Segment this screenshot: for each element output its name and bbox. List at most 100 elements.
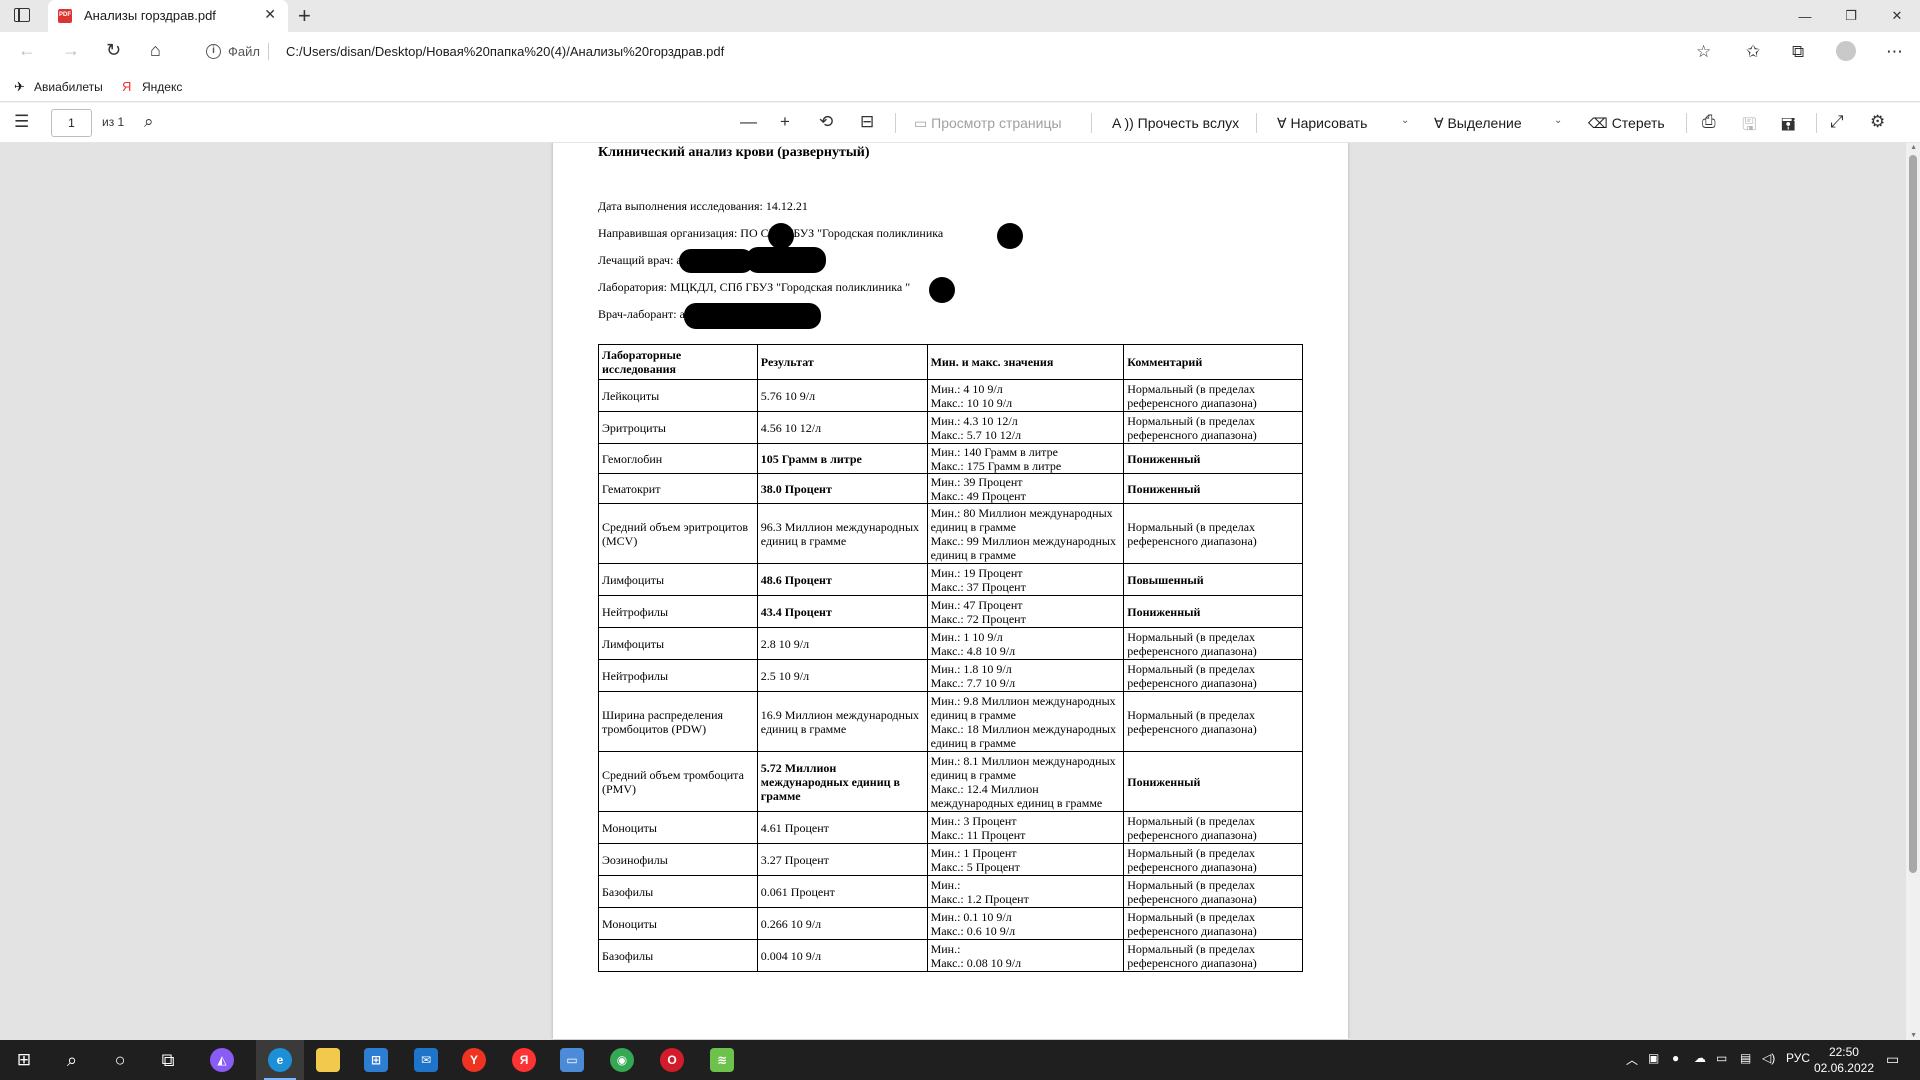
highlight-button[interactable]: ∀ Выделение <box>1434 115 1522 132</box>
zoom-out-icon[interactable]: — <box>740 112 757 132</box>
bluestacks-icon: ≋ <box>710 1048 734 1072</box>
test-name-cell: Моноциты <box>598 811 758 844</box>
add-favorite-icon[interactable]: ☆ <box>1696 42 1711 62</box>
minimize-button[interactable]: — <box>1782 0 1828 32</box>
tab-title: Анализы горздрав.pdf <box>84 8 216 23</box>
window-controls: — ❐ ✕ <box>1782 0 1920 32</box>
comment-cell: Повышенный <box>1123 563 1303 596</box>
page-view-button[interactable]: ▭ Просмотр страницы <box>914 115 1062 132</box>
save-icon[interactable]: 🖫 <box>1742 112 1756 141</box>
network-icon[interactable]: ▤ <box>1740 1051 1751 1065</box>
chrome-icon: ◉ <box>610 1048 634 1072</box>
taskbar-app-yandex-browser[interactable]: Я <box>500 1040 548 1080</box>
page-count: из 1 <box>102 115 125 129</box>
taskbar-app-chrome[interactable]: ◉ <box>598 1040 646 1080</box>
battery-icon[interactable]: ▭ <box>1716 1051 1727 1065</box>
taskbar-app-edge[interactable]: e <box>256 1040 304 1080</box>
task-view-button[interactable]: ⧉ <box>144 1040 192 1080</box>
redaction-mark <box>768 223 794 249</box>
search-taskbar-button[interactable]: ⌕ <box>48 1040 96 1080</box>
forward-icon[interactable]: → <box>62 40 80 61</box>
fit-page-icon[interactable]: ⊟ <box>860 112 874 132</box>
bookmark-yandex[interactable]: Я Яндекс <box>122 79 182 94</box>
test-name-cell: Моноциты <box>598 907 758 940</box>
redaction-mark <box>746 247 826 273</box>
save-as-icon[interactable]: 🖬 <box>1781 112 1795 141</box>
read-aloud-button[interactable]: A͏ )) Прочесть вслух <box>1112 115 1239 131</box>
settings-gear-icon[interactable]: ⚙ <box>1870 112 1885 132</box>
taskbar-app-store[interactable]: ⊞ <box>352 1040 400 1080</box>
microphone-icon[interactable]: ● <box>1672 1051 1679 1065</box>
result-cell: 5.76 10 9/л <box>756 379 928 412</box>
mail-icon: ✉ <box>414 1048 438 1072</box>
store-icon: ⊞ <box>364 1048 388 1072</box>
profile-avatar[interactable] <box>1836 41 1856 61</box>
clock[interactable]: 22:50 02.06.2022 <box>1814 1044 1874 1076</box>
search-icon[interactable]: ⌕ <box>144 112 154 132</box>
highlight-chevron-down-icon[interactable]: ⌄ <box>1554 115 1562 126</box>
tab-actions-icon[interactable] <box>14 8 30 22</box>
taskbar-app-yandex[interactable]: Y <box>450 1040 498 1080</box>
comment-cell: Нормальный (в пределах референсного диап… <box>1123 691 1303 752</box>
tray-device-icon[interactable]: ▣ <box>1648 1051 1659 1065</box>
new-tab-button[interactable]: + <box>298 3 311 29</box>
favorites-icon[interactable]: ✩ <box>1746 42 1760 62</box>
language-indicator[interactable]: РУС <box>1786 1051 1810 1065</box>
tray-chevron-up-icon[interactable]: ︿ <box>1626 1051 1638 1068</box>
cortana-button[interactable]: ○ <box>96 1040 144 1080</box>
scrollbar-thumb[interactable] <box>1909 155 1917 873</box>
info-icon[interactable]: i <box>206 44 221 59</box>
header-result: Результат <box>756 344 928 380</box>
range-cell: Мин.: 140 Грамм в литре Макс.: 175 Грамм… <box>926 443 1125 474</box>
taskbar-app-pc[interactable]: ▭ <box>548 1040 596 1080</box>
fullscreen-icon[interactable]: ⤢ <box>1830 112 1844 132</box>
taskbar-app-explorer[interactable] <box>304 1040 352 1080</box>
bookmark-aviabilety[interactable]: ✈ Авиабилеты <box>14 79 103 95</box>
result-cell: 96.3 Миллион международных единиц в грам… <box>756 503 928 564</box>
close-window-button[interactable]: ✕ <box>1874 0 1920 32</box>
page-number-input[interactable]: 1 <box>51 109 92 137</box>
draw-chevron-down-icon[interactable]: ⌄ <box>1401 115 1409 126</box>
highlight-icon: ∀ <box>1434 115 1448 131</box>
taskbar-app-bluestacks[interactable]: ≋ <box>698 1040 746 1080</box>
address-bar[interactable]: i Файл C:/Users/disan/Desktop/Новая%20па… <box>192 37 1712 67</box>
tab-pdf[interactable]: Анализы горздрав.pdf ✕ <box>48 0 288 32</box>
taskbar-app-alice[interactable]: ◭ <box>198 1040 246 1080</box>
collections-icon[interactable]: ⧉ <box>1792 42 1804 62</box>
redaction-mark <box>684 303 821 329</box>
rotate-icon[interactable]: ⟲ <box>819 112 833 132</box>
windows-icon: ⊞ <box>16 1050 32 1069</box>
test-name-cell: Лейкоциты <box>598 379 758 412</box>
header-comment: Комментарий <box>1123 344 1303 380</box>
table-row: Лейкоциты 5.76 10 9/л Мин.: 4 10 9/л Макс.… <box>598 379 1303 412</box>
erase-button[interactable]: ⌫ Стереть <box>1588 115 1665 132</box>
back-icon[interactable]: ← <box>18 40 36 61</box>
refresh-icon[interactable]: ↻ <box>106 40 121 61</box>
cloud-icon[interactable]: ☁ <box>1694 1051 1706 1065</box>
table-row: Лимфоциты 2.8 10 9/л Мин.: 1 10 9/л Макс.:… <box>598 627 1303 660</box>
result-cell: 38.0 Процент <box>756 473 928 504</box>
test-name-cell: Средний объем тромбоцита (PMV) <box>598 751 758 812</box>
yandex-browser-icon: Я <box>512 1048 536 1072</box>
volume-icon[interactable]: ◁) <box>1762 1051 1775 1065</box>
table-of-contents-icon[interactable]: ☰ <box>14 112 29 132</box>
notifications-icon[interactable]: ▭ <box>1886 1051 1899 1068</box>
taskbar-app-opera[interactable]: O <box>648 1040 696 1080</box>
restore-button[interactable]: ❐ <box>1828 0 1874 32</box>
scroll-down-icon[interactable]: ▼ <box>1910 1032 1917 1039</box>
table-row: Моноциты 4.61 Процент Мин.: 3 Процент Макс… <box>598 811 1303 844</box>
taskbar-app-mail[interactable]: ✉ <box>402 1040 450 1080</box>
comment-cell: Нормальный (в пределах референсного диап… <box>1123 811 1303 844</box>
close-tab-icon[interactable]: ✕ <box>264 6 276 23</box>
zoom-in-icon[interactable]: + <box>780 112 790 132</box>
address-url[interactable]: C:/Users/disan/Desktop/Новая%20папка%20(… <box>286 44 724 59</box>
pdf-viewer: Клинический анализ крови (развернутый) Д… <box>0 143 1920 1040</box>
print-icon[interactable]: ⎙ <box>1702 112 1716 132</box>
pdf-icon <box>58 9 72 23</box>
vertical-scrollbar[interactable]: ▲ ▼ <box>1906 143 1920 1040</box>
draw-button[interactable]: ∀ Нарисовать <box>1277 115 1367 132</box>
scroll-up-icon[interactable]: ▲ <box>1910 144 1917 151</box>
start-button[interactable]: ⊞ <box>0 1040 48 1080</box>
home-icon[interactable]: ⌂ <box>150 40 161 61</box>
more-menu-icon[interactable]: ⋯ <box>1886 42 1903 62</box>
